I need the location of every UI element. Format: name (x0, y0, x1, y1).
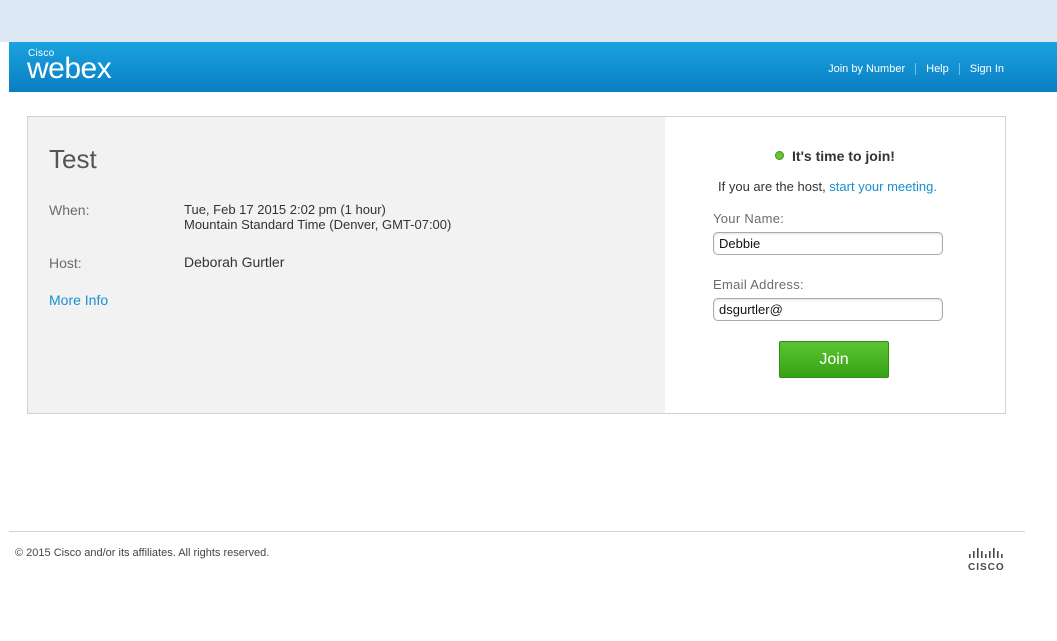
host-start-line: If you are the host, start your meeting. (718, 179, 937, 194)
nav-help[interactable]: Help (926, 63, 949, 75)
nav-divider (915, 63, 917, 75)
meeting-panel: Test When: Tue, Feb 17 2015 2:02 pm (1 h… (27, 116, 1006, 414)
cisco-logo-text: CISCO (968, 562, 1005, 572)
status-dot-icon (775, 151, 785, 160)
nav-divider (958, 63, 960, 75)
logo-webex-text[interactable]: webex (27, 52, 112, 86)
footer-divider (9, 531, 1025, 532)
join-status-text: It's time to join! (792, 148, 895, 164)
meeting-info: Test When: Tue, Feb 17 2015 2:02 pm (1 h… (28, 117, 665, 413)
email-input[interactable] (713, 298, 943, 321)
your-name-label: Your Name: (713, 211, 785, 226)
browser-top-strip (0, 0, 1057, 42)
host-label: Host: (49, 255, 82, 271)
when-line-2: Mountain Standard Time (Denver, GMT-07:0… (184, 217, 452, 232)
when-label: When: (49, 202, 90, 218)
more-info-link[interactable]: More Info (49, 292, 108, 308)
when-line-1: Tue, Feb 17 2015 2:02 pm (1 hour) (184, 202, 386, 217)
site-header: Cisco webex Join by Number Help Sign In (9, 42, 1057, 92)
join-form: It's time to join! If you are the host, … (665, 117, 1005, 413)
meeting-title: Test (49, 144, 97, 174)
nav-join-by-number[interactable]: Join by Number (828, 63, 905, 75)
host-start-prefix: If you are the host, (718, 179, 830, 194)
start-meeting-link[interactable]: start your meeting. (829, 179, 937, 194)
join-button[interactable]: Join (779, 341, 889, 378)
nav-sign-in[interactable]: Sign In (970, 63, 1004, 75)
copyright-text: © 2015 Cisco and/or its affiliates. All … (15, 547, 270, 559)
host-value: Deborah Gurtler (184, 254, 285, 270)
email-label: Email Address: (713, 277, 804, 292)
your-name-input[interactable] (713, 232, 943, 255)
header-nav: Join by Number Help Sign In (828, 63, 1004, 75)
join-status: It's time to join! (665, 148, 1005, 164)
cisco-logo-icon: CISCO (968, 548, 1005, 572)
